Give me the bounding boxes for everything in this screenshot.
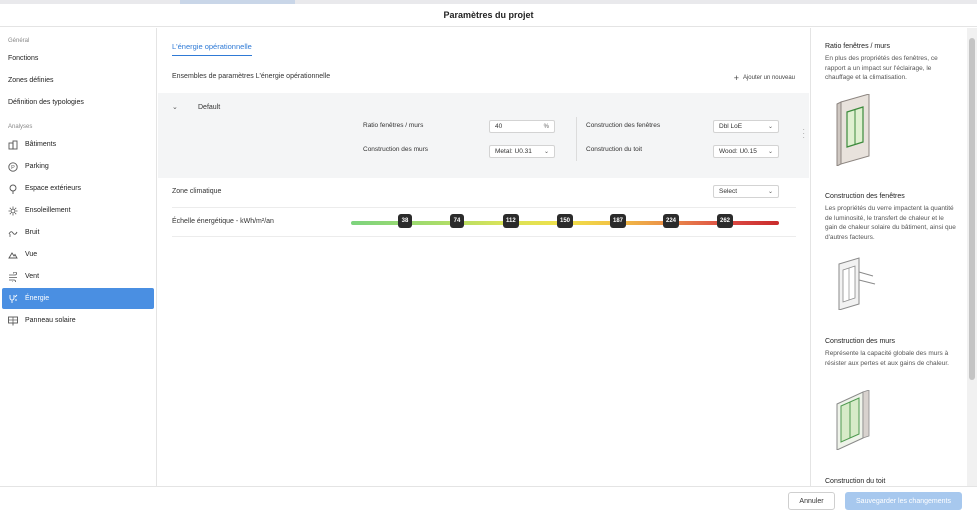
- energy-icon: [8, 294, 18, 304]
- sidebar-item-panneau-solaire[interactable]: Panneau solaire: [2, 310, 154, 331]
- windows-label: Construction des fenêtres: [586, 122, 661, 129]
- sidebar-item-batiments[interactable]: Bâtiments: [2, 134, 154, 155]
- sidebar-item-bruit[interactable]: Bruit: [2, 222, 154, 243]
- main-content: L'énergie opérationnelle Ensembles de pa…: [158, 28, 809, 486]
- sidebar-item-label: Bruit: [25, 229, 40, 236]
- sidebar-item-vue[interactable]: Vue: [2, 244, 154, 265]
- roof-label: Construction du toit: [586, 146, 643, 153]
- chevron-down-icon: ⌄: [543, 149, 549, 155]
- sidebar-item-label: Vent: [25, 273, 40, 280]
- svg-text:P: P: [11, 165, 15, 171]
- scale-tick: 224: [663, 214, 680, 228]
- sidebar-item-typologies[interactable]: Définition des typologies: [2, 92, 154, 113]
- help-title: Construction du toit: [825, 478, 886, 485]
- buildings-icon: [8, 140, 18, 150]
- chevron-down-icon: ⌄: [767, 149, 773, 155]
- help-panel: Ratio fenêtres / murs En plus des propri…: [810, 28, 967, 486]
- help-desc: Les propriétés du verre impactent la qua…: [825, 205, 956, 241]
- ratio-unit: %: [543, 123, 549, 130]
- save-button[interactable]: Sauvegarder les changements: [845, 492, 962, 510]
- ratio-label: Ratio fenêtres / murs: [363, 122, 424, 129]
- help-desc: En plus des propriétés des fenêtres, ce …: [825, 55, 938, 81]
- cancel-button[interactable]: Annuler: [788, 492, 835, 510]
- help-title: Construction des fenêtres: [825, 193, 905, 200]
- roof-value: Wood: U0.15: [719, 148, 757, 155]
- sidebar-item-zones-definies[interactable]: Zones définies: [2, 70, 154, 91]
- scale-tick: 187: [610, 214, 627, 228]
- add-new-button[interactable]: + Ajouter un nouveau: [734, 73, 795, 83]
- sidebar-item-parking[interactable]: P Parking: [2, 156, 154, 177]
- ratio-value: 40: [495, 123, 503, 130]
- dialog-title: Paramètres du projet: [443, 10, 534, 20]
- sidebar-item-fonctions[interactable]: Fonctions: [2, 48, 154, 69]
- wind-icon: [8, 271, 18, 282]
- sidebar-item-ensoleillement[interactable]: Ensoleillement: [2, 200, 154, 221]
- scrollbar-thumb[interactable]: [969, 38, 975, 380]
- climate-zone-value: Select: [719, 188, 738, 195]
- section-label-analyses: Analyses: [8, 124, 33, 130]
- scale-tick: 150: [557, 214, 574, 228]
- sidebar-item-label: Espace extérieurs: [25, 185, 82, 192]
- section-label-general: Général: [8, 38, 30, 44]
- windows-select[interactable]: Dbl LoE ⌄: [713, 120, 779, 133]
- eye-icon: [8, 250, 18, 260]
- help-desc: Représente la capacité globale des murs …: [825, 350, 949, 367]
- sidebar: Général Fonctions Zones définies Définit…: [0, 28, 157, 486]
- energy-scale-label: Échelle énergétique - kWh/m²/an: [172, 218, 274, 225]
- sidebar-item-vent[interactable]: Vent: [2, 266, 154, 287]
- chevron-down-icon: ⌄: [767, 189, 773, 195]
- scale-tick: 112: [503, 214, 519, 228]
- dialog-header: Paramètres du projet: [0, 4, 977, 27]
- plus-icon: +: [733, 73, 739, 83]
- divider: [576, 117, 577, 161]
- windows-value: Dbl LoE: [719, 123, 743, 130]
- wall-construction-illustration: [829, 389, 879, 455]
- solar-panel-icon: [8, 316, 18, 326]
- walls-select[interactable]: Metal: U0.31 ⌄: [489, 145, 555, 158]
- help-title: Ratio fenêtres / murs: [825, 43, 890, 50]
- ratio-input[interactable]: 40 %: [489, 120, 555, 133]
- tab-energie-operationnelle[interactable]: L'énergie opérationnelle: [172, 42, 252, 56]
- window-frame-illustration: [829, 254, 879, 315]
- scale-tick: 74: [450, 214, 464, 228]
- chevron-down-icon[interactable]: ⌄: [172, 103, 178, 111]
- sidebar-item-label: Parking: [25, 163, 49, 170]
- parameter-set-panel: ⌄ Default Ratio fenêtres / murs 40 % Con…: [158, 93, 809, 178]
- sidebar-item-label: Énergie: [25, 295, 50, 302]
- climate-zone-label: Zone climatique: [172, 188, 222, 195]
- more-options-icon[interactable]: · · ·: [802, 126, 805, 142]
- sidebar-item-energie[interactable]: Énergie: [2, 288, 154, 309]
- walls-label: Construction des murs: [363, 146, 429, 153]
- noise-icon: [8, 228, 18, 238]
- add-new-label: Ajouter un nouveau: [742, 75, 795, 81]
- climate-zone-select[interactable]: Select ⌄: [713, 185, 779, 198]
- dialog-footer: Annuler Sauvegarder les changements: [0, 486, 977, 514]
- row-divider: [172, 207, 796, 208]
- sidebar-item-label: Panneau solaire: [25, 317, 76, 324]
- help-title: Construction des murs: [825, 338, 896, 345]
- parameter-set-name: Default: [198, 104, 221, 111]
- parameter-sets-title: Ensembles de paramètres L'énergie opérat…: [172, 73, 331, 80]
- chevron-down-icon: ⌄: [767, 124, 773, 130]
- sidebar-item-label: Ensoleillement: [25, 207, 71, 214]
- window-wall-illustration: [829, 93, 879, 171]
- sidebar-item-label: Bâtiments: [25, 141, 57, 148]
- scale-tick: 38: [398, 214, 412, 228]
- sidebar-item-label: Vue: [25, 251, 38, 258]
- roof-select[interactable]: Wood: U0.15 ⌄: [713, 145, 779, 158]
- row-divider: [172, 236, 796, 237]
- parking-icon: P: [8, 161, 18, 172]
- sidebar-item-espace-exterieurs[interactable]: Espace extérieurs: [2, 178, 154, 199]
- sun-icon: [8, 206, 18, 216]
- walls-value: Metal: U0.31: [495, 148, 532, 155]
- scale-tick: 262: [717, 214, 734, 228]
- tree-icon: [8, 184, 18, 194]
